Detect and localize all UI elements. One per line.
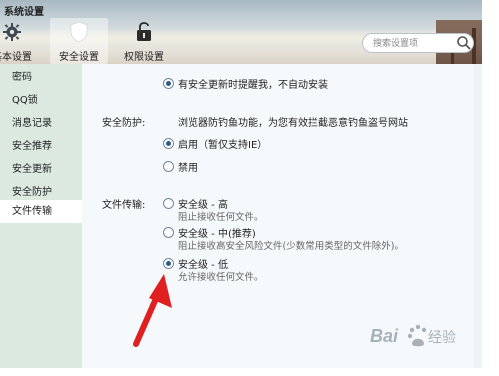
- sidebar: 密码 QQ锁 消息记录 安全推荐 安全更新 安全防护 文件传输: [0, 64, 82, 368]
- watermark-logo: Bai 经验: [370, 324, 456, 347]
- protection-section-label: 安全防护:: [102, 118, 146, 129]
- window-title: 系统设置: [4, 7, 44, 18]
- protection-disable-radio[interactable]: [163, 161, 174, 172]
- unlock-icon: [137, 22, 151, 41]
- gear-icon: [3, 23, 21, 41]
- watermark: Bai 经验: [366, 314, 482, 358]
- protection-description: 浏览器防钓鱼功能，为您有效拦截恶意钓鱼盗号网站: [178, 118, 408, 129]
- tab-security-settings[interactable]: 安全设置: [50, 18, 108, 64]
- protection-enable-label: 启用（暂仅支持IE）: [178, 140, 268, 151]
- tab-label: 基本设置: [0, 52, 32, 63]
- sidebar-item-security-recommend[interactable]: 安全推荐: [0, 135, 82, 158]
- shield-icon: [70, 21, 88, 43]
- settings-window: 系统设置 基本设置 安全设置: [0, 0, 482, 368]
- tab-basic-settings[interactable]: 基本设置: [0, 18, 40, 64]
- file-transfer-section-label: 文件传输:: [102, 200, 146, 211]
- sidebar-item-qq-lock[interactable]: QQ锁: [0, 89, 82, 112]
- sidebar-item-security-update[interactable]: 安全更新: [0, 158, 82, 181]
- file-level-low-desc: 允许接收任何文件。: [178, 272, 264, 283]
- sidebar-item-file-transfer[interactable]: 文件传输: [0, 200, 82, 223]
- red-arrow-annotation: [133, 274, 172, 347]
- search-input[interactable]: [373, 36, 449, 51]
- file-level-high-radio[interactable]: [163, 198, 174, 209]
- sidebar-item-password[interactable]: 密码: [0, 66, 82, 89]
- update-notify-label: 有安全更新时提醒我，不自动安装: [178, 80, 328, 91]
- file-level-high-desc: 阻止接收任何文件。: [178, 212, 264, 223]
- protection-disable-label: 禁用: [178, 163, 198, 174]
- tab-permission-settings[interactable]: 权限设置: [114, 18, 174, 64]
- tab-label: 安全设置: [59, 52, 99, 63]
- svg-text:Bai: Bai: [370, 326, 399, 346]
- search-icon[interactable]: [455, 34, 473, 52]
- sidebar-item-message-history[interactable]: 消息记录: [0, 112, 82, 135]
- svg-text:经验: 经验: [428, 330, 456, 346]
- update-notify-radio[interactable]: [163, 78, 174, 89]
- file-level-medium-radio[interactable]: [163, 227, 174, 238]
- tab-label: 权限设置: [124, 52, 164, 63]
- file-level-medium-desc: 阻止接收高安全风险文件(少数常用类型的文件除外)。: [178, 241, 404, 252]
- protection-enable-radio[interactable]: [163, 138, 174, 149]
